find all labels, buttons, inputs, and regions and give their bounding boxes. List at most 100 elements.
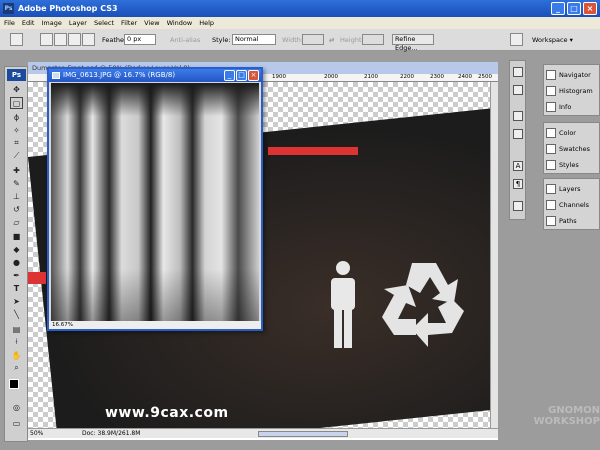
palette-swatches[interactable]: Swatches: [546, 142, 590, 155]
height-input[interactable]: [362, 34, 384, 45]
palette-styles[interactable]: Styles: [546, 158, 579, 171]
palette-navigator[interactable]: Navigator: [546, 68, 591, 81]
floating-minimize-button[interactable]: _: [224, 70, 235, 81]
ruler-mark: 2500: [478, 74, 492, 80]
ruler-mark: 2300: [430, 74, 444, 80]
menu-edit[interactable]: Edit: [22, 19, 35, 27]
paragraph-icon[interactable]: ¶: [513, 179, 523, 189]
screen-mode-icon[interactable]: ▭: [10, 417, 23, 429]
feather-input[interactable]: 0 px: [124, 34, 156, 45]
floating-close-button[interactable]: ×: [248, 70, 259, 81]
info-label: Info: [559, 102, 572, 111]
zoom-tool-icon[interactable]: ⌕: [10, 362, 23, 374]
refine-edge-button[interactable]: Refine Edge...: [392, 34, 434, 52]
swap-icon[interactable]: ⇄: [329, 36, 334, 44]
brushes-icon[interactable]: [513, 67, 523, 77]
brand-line2: WORKSHOP: [533, 416, 600, 427]
crop-tool-icon[interactable]: ⌗: [10, 137, 23, 149]
gnomon-workshop-logo: GNOMON WORKSHOP: [505, 405, 600, 427]
palette-channels[interactable]: Channels: [546, 198, 589, 211]
ruler-mark: 2100: [364, 74, 378, 80]
close-button[interactable]: ×: [583, 2, 597, 15]
paths-label: Paths: [559, 216, 577, 225]
tool-presets-icon[interactable]: [513, 85, 523, 95]
brand-line1: GNOMON: [548, 405, 600, 416]
width-input[interactable]: [302, 34, 324, 45]
add-selection-icon[interactable]: [54, 33, 67, 46]
dodge-tool-icon[interactable]: ●: [10, 256, 23, 268]
magic-wand-tool-icon[interactable]: ✧: [10, 124, 23, 136]
menu-window[interactable]: Window: [167, 19, 193, 27]
quick-mask-icon[interactable]: ◎: [10, 401, 23, 413]
palette-group-layers: Layers Channels Paths: [543, 178, 600, 230]
move-tool-icon[interactable]: ✥: [10, 83, 23, 95]
character-icon[interactable]: A: [513, 161, 523, 171]
line-tool-icon[interactable]: ╲: [10, 308, 23, 320]
horizontal-scrollbar[interactable]: [258, 431, 348, 437]
healing-brush-icon[interactable]: ✚: [10, 164, 23, 176]
palette-layers[interactable]: Layers: [546, 182, 581, 195]
site-watermark: www.9cax.com: [105, 405, 229, 421]
color-label: Color: [559, 128, 576, 137]
menu-file[interactable]: File: [4, 19, 15, 27]
marquee-preset-icon[interactable]: [10, 33, 23, 46]
layers-label: Layers: [559, 184, 581, 193]
actions-icon[interactable]: [513, 129, 523, 139]
foreground-color-swatch[interactable]: [9, 379, 19, 389]
hand-tool-icon[interactable]: ✋: [10, 349, 23, 361]
marquee-tool-icon[interactable]: ▢: [10, 97, 23, 109]
tools-panel: Ps ✥ ▢ ϕ ✧ ⌗ ⟋ ✚ ✎ ⊥ ↺ ▱ ■ ◆ ● ✒ T ➤ ╲ ▤…: [4, 66, 28, 442]
palette-panel: Navigator Histogram Info Color Swatches …: [543, 60, 600, 230]
layer-comps-icon[interactable]: [513, 201, 523, 211]
clone-stamp-icon[interactable]: ⊥: [10, 190, 23, 202]
subtract-selection-icon[interactable]: [68, 33, 81, 46]
document-icon: [52, 72, 60, 79]
blur-tool-icon[interactable]: ◆: [10, 243, 23, 255]
palette-color[interactable]: Color: [546, 126, 576, 139]
palette-well-icon[interactable]: [510, 33, 523, 46]
pen-tool-icon[interactable]: ✒: [10, 269, 23, 281]
doc-size-readout[interactable]: Doc: 38.9M/261.8M: [82, 430, 140, 437]
person-symbol-icon: [331, 261, 355, 348]
palette-histogram[interactable]: Histogram: [546, 84, 593, 97]
eraser-tool-icon[interactable]: ▱: [10, 216, 23, 228]
antialias-checkbox[interactable]: Anti-alias: [170, 36, 200, 44]
history-icon[interactable]: [513, 111, 523, 121]
doc-zoom-readout[interactable]: 50%: [30, 430, 43, 437]
gradient-tool-icon[interactable]: ■: [10, 230, 23, 242]
channels-label: Channels: [559, 200, 590, 209]
maximize-button[interactable]: □: [567, 2, 581, 15]
floating-maximize-button[interactable]: □: [236, 70, 247, 81]
menu-layer[interactable]: Layer: [69, 19, 87, 27]
document-status-bar: 50% Doc: 38.9M/261.8M: [28, 428, 498, 438]
window-titlebar: Ps Adobe Photoshop CS3 _ □ ×: [0, 0, 600, 17]
intersect-selection-icon[interactable]: [82, 33, 95, 46]
type-tool-icon[interactable]: T: [10, 282, 23, 294]
palette-info[interactable]: Info: [546, 100, 571, 113]
photoshop-logo: Ps: [7, 69, 26, 81]
red-stripe: [268, 147, 358, 155]
notes-tool-icon[interactable]: ▤: [10, 323, 23, 335]
menu-view[interactable]: View: [144, 19, 159, 27]
brush-tool-icon[interactable]: ✎: [10, 177, 23, 189]
history-brush-icon[interactable]: ↺: [10, 203, 23, 215]
collapsed-palette-dock: A ¶: [509, 60, 526, 220]
menu-filter[interactable]: Filter: [121, 19, 137, 27]
menu-image[interactable]: Image: [41, 19, 61, 27]
path-selection-icon[interactable]: ➤: [10, 295, 23, 307]
palette-paths[interactable]: Paths: [546, 214, 577, 227]
menu-help[interactable]: Help: [199, 19, 214, 27]
workspace-button[interactable]: Workspace ▾: [532, 36, 573, 44]
floating-document-window[interactable]: IMG_0613.JPG @ 16.7% (RGB/8) _ □ × 16.67…: [47, 67, 263, 331]
style-select[interactable]: Normal: [232, 34, 276, 45]
vertical-scrollbar[interactable]: [490, 82, 498, 434]
menu-select[interactable]: Select: [94, 19, 114, 27]
eyedropper-tool-icon[interactable]: ⟊: [10, 336, 23, 348]
floating-window-controls: _ □ ×: [224, 70, 259, 81]
slice-tool-icon[interactable]: ⟋: [10, 150, 23, 162]
minimize-button[interactable]: _: [551, 2, 565, 15]
floating-zoom-readout[interactable]: 16.67%: [52, 322, 73, 328]
new-selection-icon[interactable]: [40, 33, 53, 46]
ruler-mark: 2000: [324, 74, 338, 80]
lasso-tool-icon[interactable]: ϕ: [10, 111, 23, 123]
